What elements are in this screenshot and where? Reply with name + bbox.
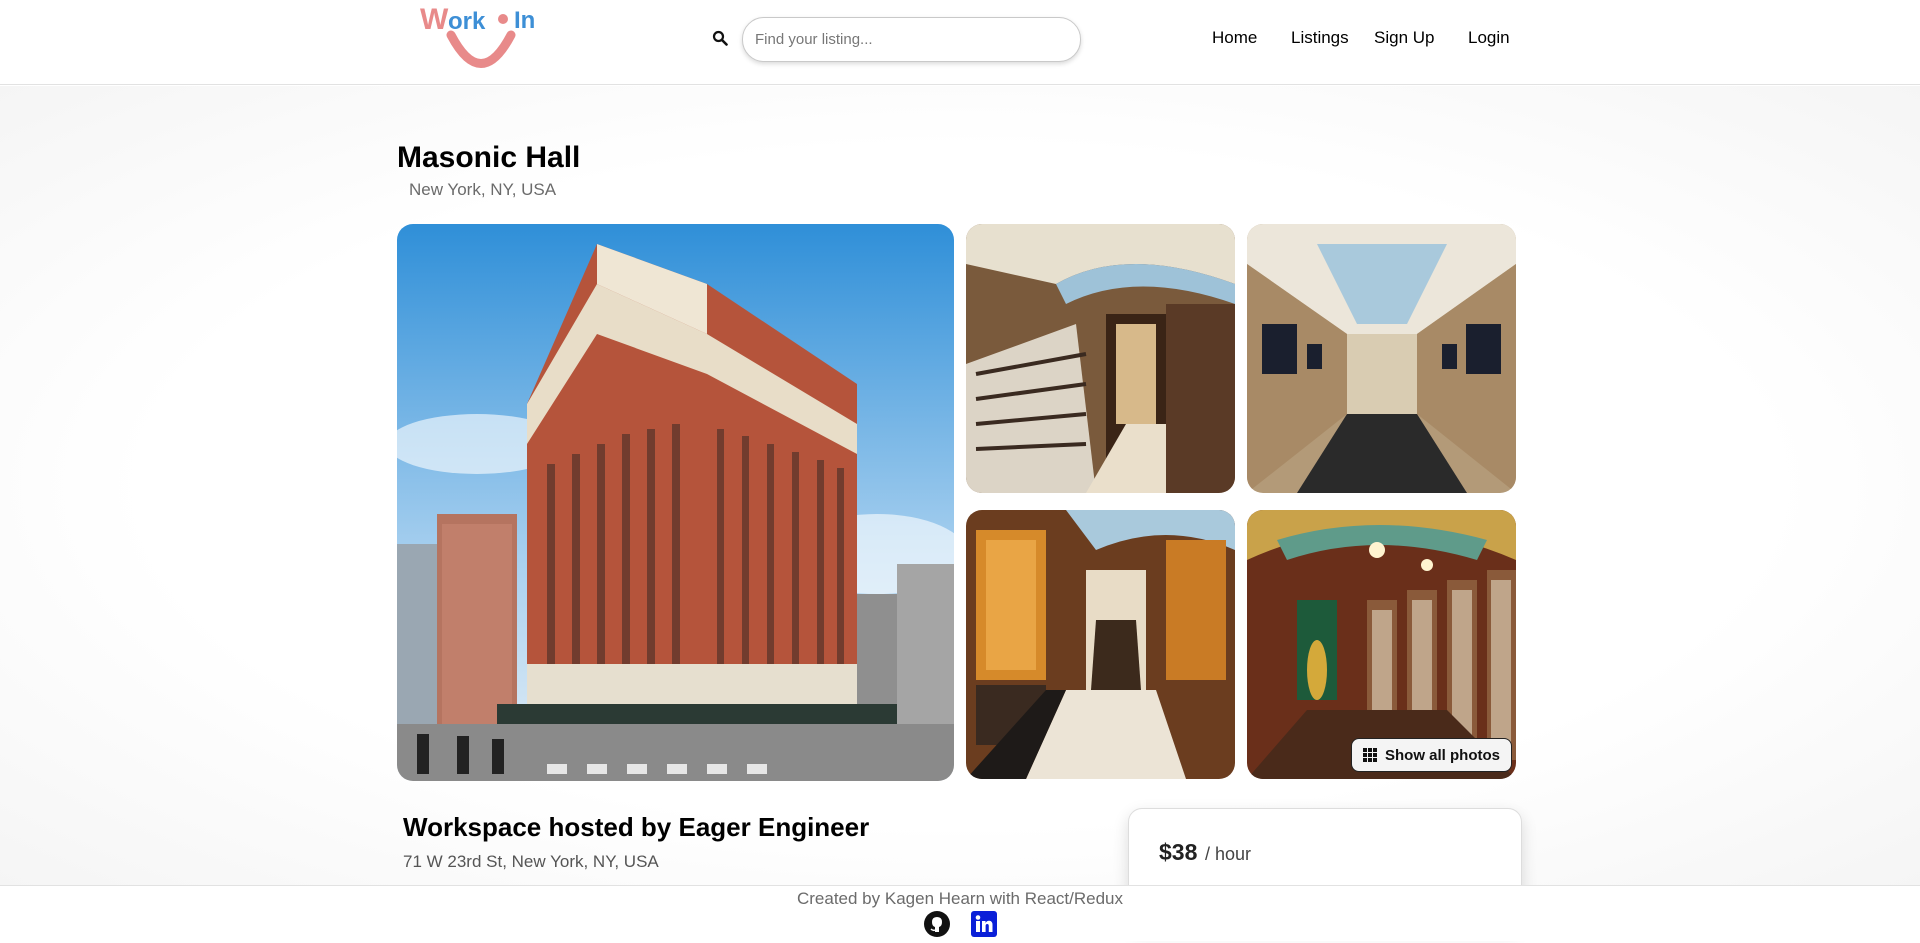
nav-login-link[interactable]: Login: [1468, 28, 1510, 48]
photo-elevator-hall[interactable]: [966, 510, 1235, 779]
show-all-photos-label: Show all photos: [1385, 746, 1500, 764]
linkedin-icon[interactable]: [970, 910, 998, 938]
github-icon[interactable]: [923, 910, 951, 938]
svg-text:In: In: [514, 7, 535, 34]
nav-listings-link[interactable]: Listings: [1291, 28, 1349, 48]
footer-credit: Created by Kagen Hearn with React/Redux: [796, 889, 1123, 908]
host-title: Workspace hosted by Eager Engineer: [403, 812, 870, 842]
show-all-photos-button[interactable]: Show all photos: [1351, 738, 1512, 772]
nav-home-link[interactable]: Home: [1212, 28, 1257, 48]
listing-title: Masonic Hall: [397, 141, 581, 174]
grid-icon: [1363, 748, 1377, 762]
top-navbar: W ork In Home Listings Sign Up Login: [0, 0, 1920, 85]
search-input[interactable]: [742, 17, 1081, 62]
photo-staircase-lobby[interactable]: [966, 224, 1235, 493]
site-logo[interactable]: W ork In: [418, 2, 544, 82]
listing-location: New York, NY, USA: [409, 180, 557, 199]
footer: Created by Kagen Hearn with React/Redux: [0, 885, 1920, 941]
listing-address: 71 W 23rd St, New York, NY, USA: [403, 852, 659, 871]
price-value: $38: [1159, 839, 1198, 865]
listing-page: Masonic Hall New York, NY, USA Show all …: [0, 86, 1920, 928]
svg-text:W: W: [420, 3, 449, 36]
search-icon[interactable]: [712, 30, 728, 46]
nav-signup-link[interactable]: Sign Up: [1374, 28, 1434, 48]
photo-corridor[interactable]: [1247, 224, 1516, 493]
svg-text:ork: ork: [448, 8, 486, 35]
price-unit: / hour: [1205, 844, 1252, 864]
photo-main-building[interactable]: [397, 224, 954, 781]
